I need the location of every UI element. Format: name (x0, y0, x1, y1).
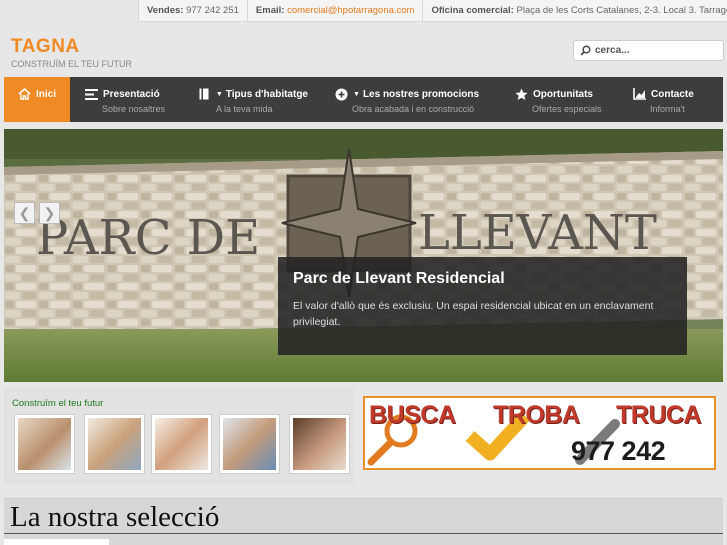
plus-circle-icon (334, 87, 348, 101)
nav-sublabel: Sobre nosaltres (102, 104, 166, 114)
nav-sublabel: Obra acabada i en construcció (352, 104, 475, 114)
logo-title: TAGNA (11, 36, 80, 57)
email-info: Email: comercial@hpotarragona.com (246, 0, 423, 21)
slide-title: Parc de Llevant Residencial (293, 270, 505, 287)
thumbnail[interactable] (151, 414, 212, 474)
thumbnail[interactable] (14, 414, 75, 474)
selection-section: La nostra selecció (4, 498, 723, 545)
nav-sublabel: A la teva mida (216, 104, 273, 114)
nav-item-presentacio[interactable]: Presentació Sobre nosaltres (70, 77, 184, 122)
nav-label: Tipus d'habitatge (225, 88, 308, 100)
office-info: Oficina comercial: Plaça de les Corts Ca… (422, 0, 727, 21)
main-navigation: Inici Presentació Sobre nosaltres ▼ Tipu… (4, 77, 723, 122)
slide-caption: Parc de Llevant Residencial El valor d'a… (278, 257, 687, 355)
sales-phone: 977 242 251 (186, 5, 239, 16)
banner-word-busca: BUSCA (369, 401, 456, 429)
wall-text-left: PARC DE (36, 210, 260, 266)
wall-text-right: LLEVANT (418, 205, 657, 261)
logo-tagline: CONSTRUÏM EL TEU FUTUR (11, 59, 133, 69)
slider-prev-button[interactable]: ❮ (14, 202, 35, 224)
search-input[interactable]: cerca... (573, 40, 724, 61)
chevron-down-icon: ▼ (353, 90, 360, 98)
nav-item-contacte[interactable]: Contacte Informa't (618, 77, 723, 122)
chart-icon (632, 87, 646, 101)
nav-sublabel: Informa't (650, 104, 685, 114)
thumbnail[interactable] (219, 414, 280, 474)
nav-label: Oportunitats (533, 88, 593, 100)
nav-label: Presentació (103, 88, 160, 100)
nav-label: Contacte (651, 88, 694, 100)
thumbnails-panel: Construïm el teu futur (4, 388, 354, 484)
nav-item-tipus-habitatge[interactable]: ▼ Tipus d'habitatge A la teva mida (184, 77, 320, 122)
sales-info: Vendes: 977 242 251 (138, 0, 247, 21)
email-link[interactable]: comercial@hpotarragona.com (287, 5, 414, 16)
nav-item-inici[interactable]: Inici (4, 77, 70, 122)
slide-text: El valor d'allò que és exclusiu. Un espa… (293, 300, 654, 328)
office-address: Plaça de les Corts Catalanes, 2-3. Local… (516, 5, 727, 16)
site-logo[interactable]: TAGNA CONSTRUÏM EL TEU FUTUR (11, 36, 132, 69)
selection-tab[interactable] (4, 539, 109, 545)
thumbnail[interactable] (84, 414, 145, 474)
office-label: Oficina comercial: (431, 5, 514, 16)
chevron-down-icon: ▼ (215, 90, 223, 98)
chevron-right-icon: ❯ (43, 204, 56, 221)
top-info-bar: Vendes: 977 242 251 Email: comercial@hpo… (138, 0, 727, 22)
slider-next-button[interactable]: ❯ (39, 202, 60, 224)
chevron-left-icon: ❮ (18, 204, 31, 221)
banner-word-truca: TRUCA (616, 401, 702, 429)
search-icon (580, 45, 591, 56)
thumbnail[interactable] (289, 414, 350, 474)
nav-sublabel: Ofertes especials (532, 104, 602, 114)
nav-item-oportunitats[interactable]: Oportunitats Ofertes especials (500, 77, 618, 122)
nav-label: Les nostres promocions (362, 88, 480, 100)
banner-phone: 977 242 251 (571, 436, 666, 468)
email-label: Email: (255, 5, 285, 16)
nav-item-promocions[interactable]: ▼ Les nostres promocions Obra acabada i … (320, 77, 500, 122)
busca-troba-truca-banner[interactable]: BUSCA TROBA TRUCA 977 242 251 (363, 396, 716, 470)
divider (4, 533, 723, 534)
hero-slider: PARC DE LLEVANT Parc de Llevant Residenc… (4, 129, 723, 382)
home-icon (18, 87, 31, 101)
book-icon (198, 87, 211, 101)
banner-word-troba: TROBA (493, 401, 580, 429)
list-icon (84, 87, 98, 101)
star-icon (514, 87, 528, 101)
section-heading: La nostra selecció (10, 501, 220, 533)
search-placeholder: cerca... (595, 45, 630, 56)
sales-label: Vendes: (147, 5, 184, 16)
nav-label: Inici (36, 88, 57, 100)
section-title: Construïm el teu futur (12, 398, 104, 409)
